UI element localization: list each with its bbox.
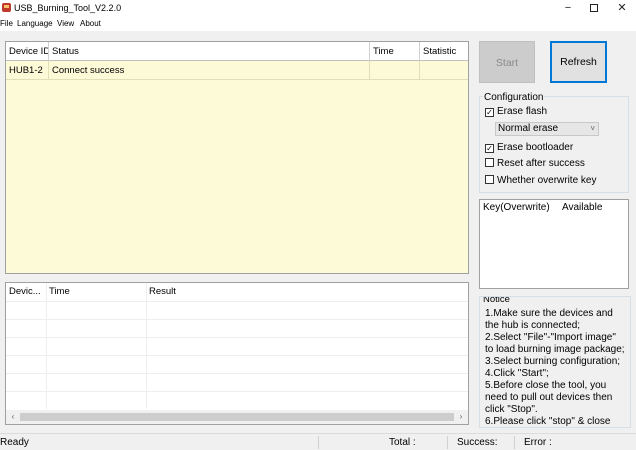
column-header-device[interactable]: Devic... — [6, 283, 46, 301]
column-header-status[interactable]: Status — [49, 42, 370, 61]
column-header-available[interactable]: Available — [562, 202, 602, 213]
menu-bar: File Language View About — [0, 17, 636, 31]
chevron-down-icon: ˅ — [590, 124, 595, 133]
device-table[interactable]: Device ID Status Time Statistic HUB1-2 C… — [5, 41, 469, 274]
erase-bootloader-checkbox[interactable]: ✓ Erase bootloader — [485, 142, 573, 154]
column-header-device-id[interactable]: Device ID — [6, 42, 49, 61]
row-divider — [6, 319, 468, 320]
scrollbar-thumb[interactable] — [20, 413, 454, 421]
notice-line: the hub is connected; — [485, 320, 581, 331]
notice-line: 5.Before close the tool, you — [485, 380, 607, 391]
refresh-button[interactable]: Refresh — [550, 41, 607, 83]
status-divider — [514, 436, 515, 449]
notice-text: 1.Make sure the devices and the hub is c… — [485, 308, 630, 427]
notice-line: 4.Click "Start"; — [485, 368, 549, 379]
device-statistic-cell — [420, 61, 468, 80]
status-bar: Ready Total : Success: Error : — [0, 433, 636, 450]
scroll-right-icon[interactable]: › — [454, 410, 468, 424]
configuration-label: Configuration — [483, 92, 545, 103]
erase-mode-value: Normal erase — [498, 123, 559, 134]
column-header-result[interactable]: Result — [146, 283, 346, 301]
total-label: Total : — [389, 437, 416, 448]
checkbox-unchecked-icon — [485, 158, 494, 167]
erase-bootloader-label: Erase bootloader — [497, 142, 574, 153]
log-table[interactable]: Devic... Time Result ‹ › — [5, 282, 469, 425]
notice-line: 1.Make sure the devices and — [485, 308, 613, 319]
reset-after-success-label: Reset after success — [497, 158, 585, 169]
device-table-header: Device ID Status Time Statistic — [6, 42, 468, 61]
configuration-group: Configuration ✓ Erase flash Normal erase … — [479, 92, 629, 193]
start-button[interactable]: Start — [479, 41, 535, 83]
row-divider — [6, 301, 468, 302]
notice-line: 6.Please click "stop" & close — [485, 416, 611, 427]
app-icon — [2, 3, 11, 12]
column-header-key[interactable]: Key(Overwrite) — [483, 202, 550, 213]
overwrite-key-checkbox[interactable]: Whether overwrite key — [485, 175, 596, 187]
checkbox-unchecked-icon — [485, 175, 494, 184]
maximize-button[interactable] — [582, 0, 606, 17]
scroll-left-icon[interactable]: ‹ — [6, 410, 20, 424]
menu-about[interactable]: About — [80, 19, 101, 28]
horizontal-scrollbar[interactable]: ‹ › — [6, 410, 468, 424]
menu-language[interactable]: Language — [17, 19, 53, 28]
success-label: Success: — [457, 437, 498, 448]
row-divider — [6, 391, 468, 392]
row-divider — [6, 373, 468, 374]
erase-mode-select[interactable]: Normal erase ˅ — [495, 122, 599, 136]
notice-line: to load burning image package; — [485, 344, 625, 355]
menu-view[interactable]: View — [57, 19, 74, 28]
erase-flash-checkbox[interactable]: ✓ Erase flash — [485, 106, 547, 118]
device-id-cell: HUB1-2 — [6, 61, 49, 80]
log-table-header: Devic... Time Result — [6, 283, 468, 301]
maximize-icon — [590, 4, 598, 13]
device-status-cell: Connect success — [49, 61, 370, 80]
column-header-time[interactable]: Time — [370, 42, 420, 61]
notice-line: 3.Select burning configuration; — [485, 356, 621, 367]
notice-line: 2.Select "File"-"Import image" — [485, 332, 616, 343]
reset-after-success-checkbox[interactable]: Reset after success — [485, 158, 585, 170]
column-header-log-time[interactable]: Time — [46, 283, 146, 301]
close-button[interactable]: ✕ — [610, 0, 634, 17]
notice-line: need to pull out devices then — [485, 392, 613, 403]
table-row[interactable]: HUB1-2 Connect success — [6, 61, 468, 80]
overwrite-key-label: Whether overwrite key — [497, 175, 597, 186]
key-list[interactable]: Key(Overwrite) Available — [479, 199, 629, 289]
status-divider — [318, 436, 319, 449]
erase-flash-label: Erase flash — [497, 106, 548, 117]
title-bar: USB_Burning_Tool_V2.2.0 − ✕ — [0, 0, 636, 17]
row-divider — [6, 355, 468, 356]
notice-line: click "Stop". — [485, 404, 538, 415]
error-label: Error : — [524, 437, 552, 448]
status-text: Ready — [0, 437, 29, 448]
row-divider — [6, 337, 468, 338]
minimize-button[interactable]: − — [556, 0, 580, 17]
notice-label: Notice — [482, 296, 511, 305]
status-divider — [447, 436, 448, 449]
checkbox-checked-icon: ✓ — [485, 108, 494, 117]
device-time-cell — [370, 61, 420, 80]
checkbox-checked-icon: ✓ — [485, 144, 494, 153]
notice-group: Notice 1.Make sure the devices and the h… — [479, 296, 631, 428]
window-title: USB_Burning_Tool_V2.2.0 — [14, 3, 122, 13]
menu-file[interactable]: File — [0, 19, 13, 28]
column-header-statistic[interactable]: Statistic — [420, 42, 468, 61]
